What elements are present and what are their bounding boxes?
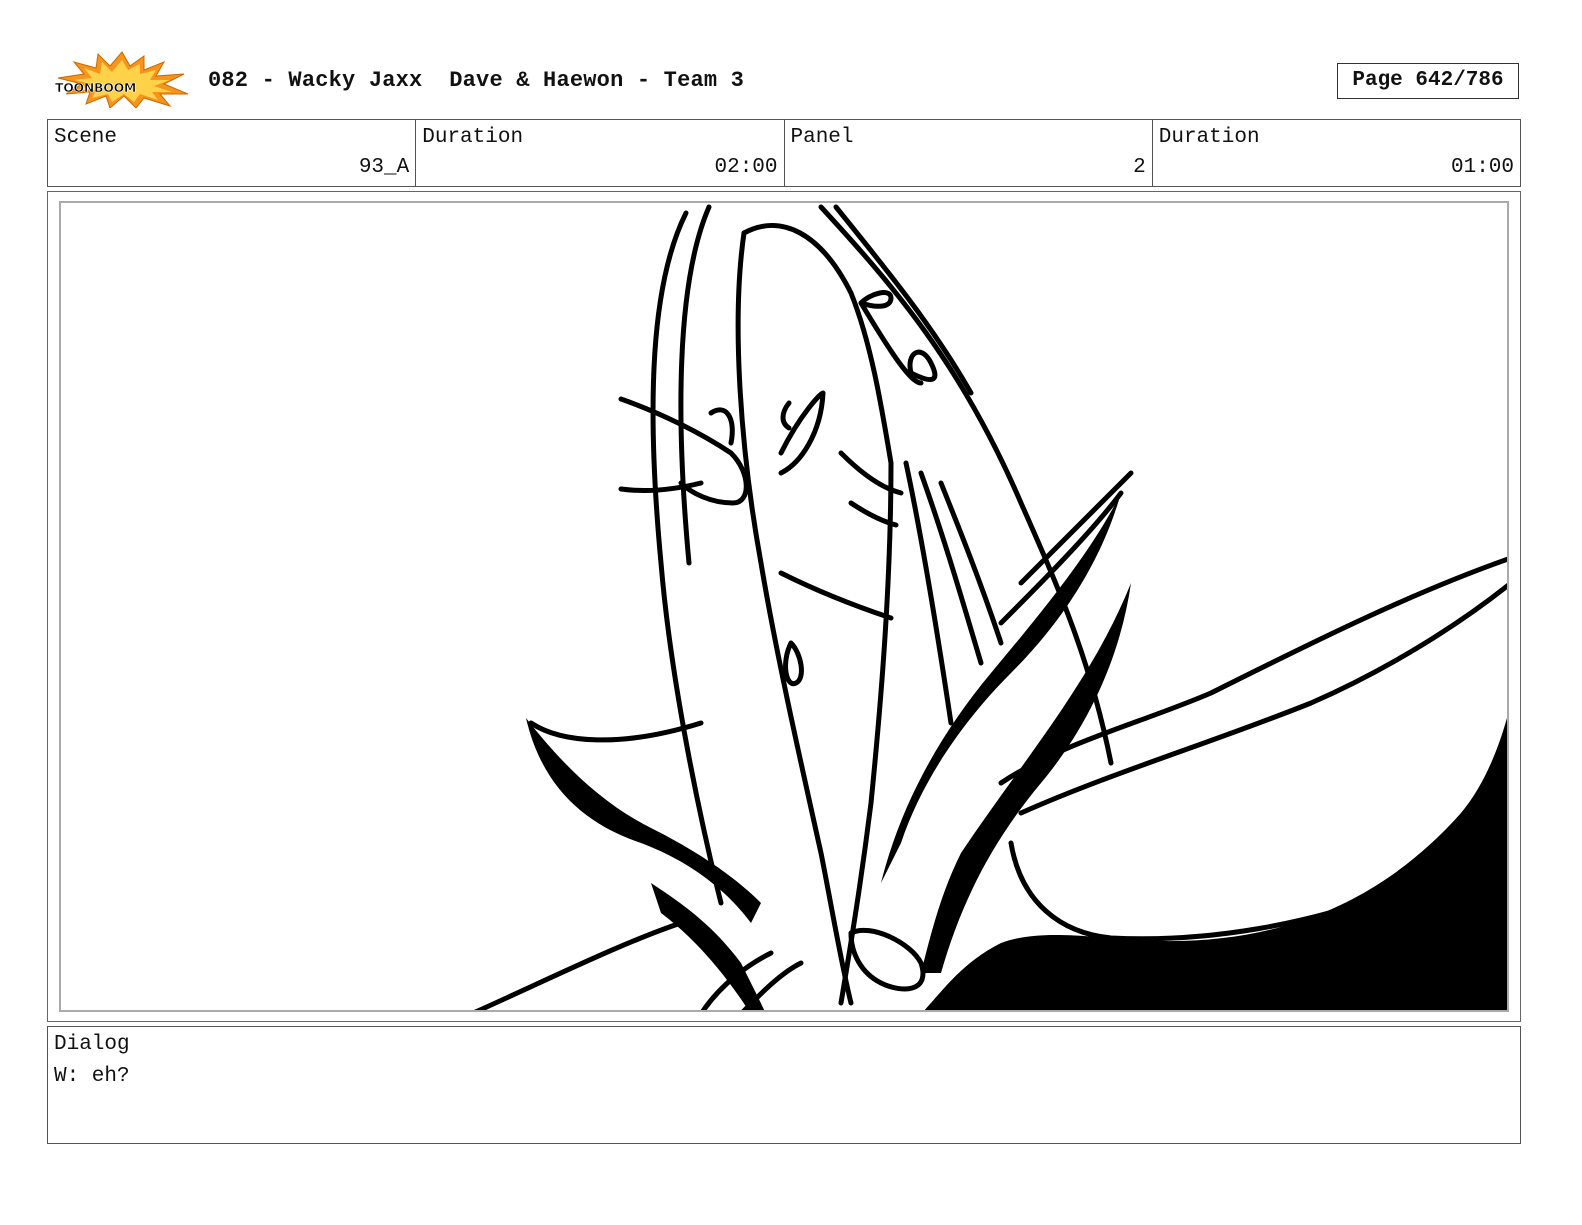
storyboard-header: TOONBOOM 082 - Wacky Jaxx Dave & Haewon … bbox=[0, 0, 1582, 118]
storyboard-sketch bbox=[473, 204, 1507, 1010]
scene-duration-value: 02:00 bbox=[714, 156, 778, 179]
scene-value: 93_A bbox=[358, 156, 410, 179]
scene-cell: Scene 93_A bbox=[48, 120, 417, 186]
toonboom-logo: TOONBOOM bbox=[55, 51, 189, 108]
logo-wordmark: TOONBOOM bbox=[55, 80, 136, 95]
scene-duration-label: Duration bbox=[422, 126, 524, 149]
panel-duration-cell: Duration 01:00 bbox=[1153, 120, 1520, 186]
panel-duration-value: 01:00 bbox=[1450, 156, 1514, 179]
panel-cell: Panel 2 bbox=[785, 120, 1153, 186]
scene-label: Scene bbox=[54, 126, 118, 149]
page-number: Page 642/786 bbox=[1337, 63, 1519, 99]
panel-frame bbox=[59, 201, 1509, 1012]
dialog-box: Dialog W: eh? bbox=[47, 1026, 1521, 1144]
dialog-label: Dialog bbox=[54, 1033, 130, 1056]
scene-info-row: Scene 93_A Duration 02:00 Panel 2 Durati… bbox=[47, 119, 1521, 187]
dialog-text: W: eh? bbox=[54, 1065, 130, 1088]
scene-duration-cell: Duration 02:00 bbox=[416, 120, 785, 186]
panel-label: Panel bbox=[790, 126, 854, 149]
storyboard-panel bbox=[47, 191, 1521, 1022]
panel-value: 2 bbox=[1133, 156, 1146, 179]
panel-duration-label: Duration bbox=[1158, 126, 1260, 149]
document-title: 082 - Wacky Jaxx Dave & Haewon - Team 3 bbox=[208, 68, 745, 93]
